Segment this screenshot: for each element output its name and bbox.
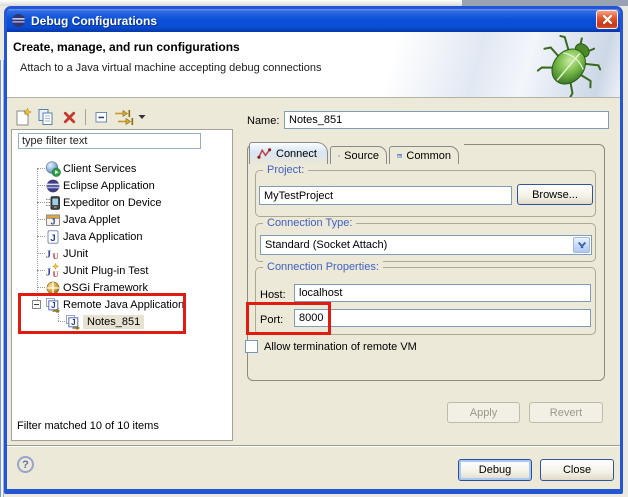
source-tab-icon	[338, 154, 341, 157]
tree-item-label: Java Application	[63, 230, 143, 243]
name-input[interactable]	[284, 111, 609, 129]
collapse-all-icon	[95, 112, 107, 123]
new-config-icon	[16, 108, 32, 126]
host-input[interactable]	[294, 284, 591, 302]
svg-text:J: J	[46, 267, 51, 278]
chevron-down-icon	[577, 241, 586, 249]
debug-configurations-window: Debug Configurations Create, manage, and…	[4, 6, 623, 494]
java-applet-icon: J	[46, 214, 60, 226]
dialog-header-subtitle: Attach to a Java virtual machine accepti…	[20, 62, 322, 74]
tree-connector	[37, 219, 45, 220]
common-tab-icon	[397, 153, 403, 158]
dialog-header: Create, manage, and run configurations A…	[7, 32, 620, 98]
footer-separator	[7, 445, 620, 447]
window-titlebar[interactable]: Debug Configurations	[7, 9, 620, 32]
tree-connector	[37, 236, 45, 237]
tree-item-label: Eclipse Application	[63, 179, 155, 192]
window-close-button[interactable]	[596, 10, 618, 29]
tree-item-junit[interactable]: J U JUnit	[12, 245, 232, 262]
combo-dropdown-button[interactable]	[573, 237, 590, 253]
delete-configuration-button[interactable]	[58, 106, 80, 128]
dialog-header-title: Create, manage, and run configurations	[13, 40, 240, 54]
help-icon: ?	[22, 458, 29, 471]
chevron-down-icon	[138, 115, 146, 119]
svg-text:J: J	[46, 249, 51, 260]
eclipse-window-icon	[11, 13, 26, 28]
tree-item-label: Java Applet	[63, 213, 120, 226]
collapse-all-button[interactable]	[90, 106, 112, 128]
tree-item-label: JUnit Plug-in Test	[63, 264, 149, 277]
host-label: Host:	[260, 289, 286, 301]
tree-item-junit-plugin-test[interactable]: J U JUnit Plug-in Test	[12, 262, 232, 279]
tab-common[interactable]: Common	[389, 146, 459, 164]
svg-text:J: J	[50, 232, 55, 243]
tree-item-label: Client Services	[63, 162, 137, 175]
project-group-label: Project:	[263, 164, 309, 177]
help-button[interactable]: ?	[17, 456, 34, 473]
delete-icon	[63, 111, 75, 123]
filter-configurations-button[interactable]	[113, 106, 135, 128]
tree-connector	[37, 270, 45, 271]
filter-menu-dropdown[interactable]	[138, 111, 146, 123]
debug-button[interactable]: Debug	[458, 459, 532, 481]
filter-icon	[115, 109, 134, 125]
close-icon	[602, 14, 612, 25]
debug-bug-icon	[536, 35, 602, 97]
tree-item-client-services[interactable]: Client Services	[12, 160, 232, 177]
configurations-toolbar	[12, 105, 146, 129]
tree-item-java-application[interactable]: J Java Application	[12, 228, 232, 245]
annotation-highlight-remote-java	[18, 293, 186, 334]
port-input[interactable]	[294, 309, 591, 327]
window-title: Debug Configurations	[31, 13, 157, 28]
tree-item-label: OSGi Framework	[63, 281, 148, 294]
close-button[interactable]: Close	[540, 459, 614, 481]
name-label: Name:	[247, 115, 280, 127]
annotation-highlight-port	[246, 302, 331, 335]
svg-text:J: J	[51, 216, 56, 226]
tab-label: Source	[344, 149, 379, 162]
filter-status-text: Filter matched 10 of 10 items	[17, 420, 159, 432]
tree-connector	[37, 185, 45, 186]
tree-connector	[37, 287, 45, 288]
java-application-icon: J	[47, 229, 59, 243]
client-services-icon	[45, 160, 61, 177]
expeditor-device-icon	[46, 195, 60, 210]
junit-plugin-icon: J U	[46, 262, 60, 279]
configurations-tree-panel: Client Services Eclipse Application Expe…	[11, 129, 233, 441]
connect-tab-icon	[257, 148, 272, 159]
project-input[interactable]	[259, 186, 512, 205]
connection-type-group-label: Connection Type:	[263, 217, 357, 230]
tree-item-java-applet[interactable]: J Java Applet	[12, 211, 232, 228]
duplicate-configuration-button[interactable]	[35, 106, 57, 128]
connection-type-select[interactable]: Standard (Socket Attach)	[260, 235, 592, 255]
tree-item-label: JUnit	[63, 247, 89, 260]
tab-label: Connect	[276, 147, 317, 160]
connection-type-value: Standard (Socket Attach)	[265, 239, 388, 251]
tree-connector	[37, 202, 45, 203]
filter-input[interactable]	[18, 133, 201, 149]
allow-termination-label: Allow termination of remote VM	[264, 341, 417, 353]
junit-icon: J U	[46, 249, 59, 261]
svg-text:U: U	[53, 269, 59, 279]
tab-connect[interactable]: Connect	[249, 142, 328, 164]
toolbar-separator	[85, 109, 86, 125]
svg-text:U: U	[53, 251, 59, 261]
apply-button[interactable]: Apply	[447, 402, 520, 423]
tree-item-eclipse-application[interactable]: Eclipse Application	[12, 177, 232, 194]
tab-source[interactable]: Source	[330, 146, 387, 164]
tab-label: Common	[406, 149, 451, 162]
tree-connector	[37, 253, 45, 254]
revert-button[interactable]: Revert	[529, 402, 603, 423]
tree-item-label: Expeditor on Device	[63, 196, 162, 209]
duplicate-icon	[38, 109, 53, 125]
tree-item-expeditor-on-device[interactable]: Expeditor on Device	[12, 194, 232, 211]
eclipse-application-icon	[46, 179, 60, 192]
allow-termination-checkbox[interactable]	[245, 340, 258, 353]
new-configuration-button[interactable]	[12, 106, 34, 128]
connection-properties-group-label: Connection Properties:	[263, 261, 383, 274]
browse-button[interactable]: Browse...	[517, 184, 593, 205]
tree-connector	[37, 168, 45, 169]
